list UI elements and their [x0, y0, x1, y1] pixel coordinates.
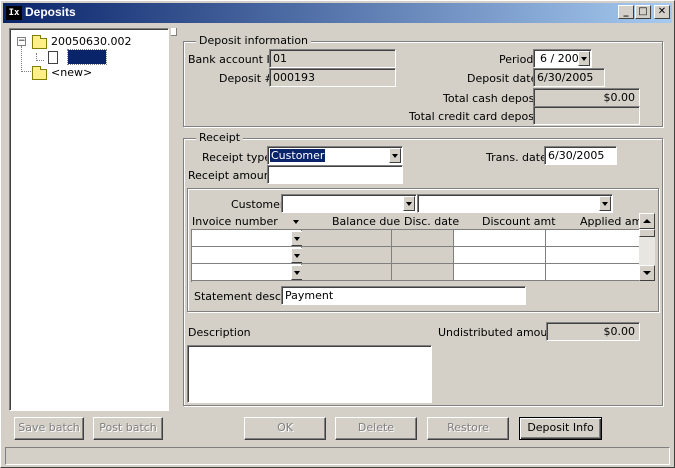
- status-bar: [5, 447, 670, 465]
- app-icon: Ix: [6, 6, 22, 20]
- invoice-number-cell[interactable]: [192, 230, 302, 247]
- chevron-down-icon[interactable]: [599, 196, 611, 211]
- minimize-button[interactable]: _: [618, 5, 634, 19]
- invoice-number-cell[interactable]: [192, 264, 302, 281]
- applied-amt-cell[interactable]: [546, 264, 639, 281]
- title-bar[interactable]: Ix Deposits _ □ ✕: [3, 3, 672, 23]
- tree-line: [36, 60, 44, 61]
- receipt-type-value: Customer: [270, 149, 326, 162]
- total-credit-field: [533, 106, 640, 125]
- customer-label: Customer: [231, 198, 285, 211]
- delete-button[interactable]: Delete: [335, 417, 417, 440]
- total-cash-value: $0.00: [603, 91, 636, 104]
- chevron-down-icon[interactable]: [578, 51, 590, 66]
- chevron-down-icon[interactable]: [403, 196, 415, 211]
- window-title: Deposits: [25, 5, 76, 19]
- receipt-type-select[interactable]: Customer: [267, 146, 403, 165]
- trans-date-value: 6/30/2005: [548, 149, 605, 162]
- applied-amt-cell[interactable]: [546, 230, 639, 247]
- save-batch-button[interactable]: Save batch: [14, 417, 84, 440]
- balance-due-cell: [302, 264, 392, 281]
- column-invoice-number[interactable]: Invoice number: [192, 215, 278, 228]
- pane-splitter[interactable]: [171, 28, 177, 438]
- column-disc-date[interactable]: Disc. date: [404, 215, 459, 228]
- trans-date-label: Trans. date: [486, 151, 547, 164]
- column-applied-amt[interactable]: Applied amt: [580, 215, 647, 228]
- statement-descr-input[interactable]: Payment: [281, 286, 526, 305]
- column-balance-due[interactable]: Balance due: [332, 215, 400, 228]
- deposit-date-value: 6/30/2005: [537, 71, 594, 84]
- customer-id-select[interactable]: [281, 194, 417, 213]
- deposit-information-title: Deposit information: [196, 34, 312, 47]
- folder-icon: [32, 66, 47, 80]
- total-credit-label: Total credit card deposits: [409, 110, 548, 123]
- disc-date-cell: [392, 264, 454, 281]
- tree-line: [21, 71, 31, 72]
- bank-account-field: 01: [269, 49, 396, 68]
- period-label: Period: [499, 53, 534, 66]
- deposit-date-label: Deposit date: [467, 72, 538, 85]
- undistributed-label: Undistributed amount: [438, 326, 559, 339]
- customer-name-select[interactable]: [417, 194, 613, 213]
- scroll-up-icon[interactable]: [639, 213, 655, 229]
- receipt-type-label: Receipt type: [202, 151, 272, 164]
- receipt-title: Receipt: [196, 131, 244, 144]
- ok-button[interactable]: OK: [244, 417, 326, 440]
- undistributed-value: $0.00: [603, 325, 636, 338]
- bank-account-value: 01: [273, 52, 287, 65]
- receipt-amount-input[interactable]: [267, 165, 403, 184]
- trans-date-input[interactable]: 6/30/2005: [544, 146, 617, 165]
- discount-amt-cell[interactable]: [454, 230, 546, 247]
- discount-amt-cell[interactable]: [454, 264, 546, 281]
- statement-descr-value: Payment: [285, 289, 334, 302]
- tree-item-batch[interactable]: 20050630.002: [51, 35, 131, 48]
- post-batch-button[interactable]: Post batch: [93, 417, 163, 440]
- tree-item-new[interactable]: <new>: [51, 66, 92, 79]
- tree-line: [21, 46, 22, 72]
- tree-expander-icon[interactable]: −: [17, 37, 26, 46]
- receipt-amount-label: Receipt amount: [188, 169, 276, 182]
- applied-amt-cell[interactable]: [546, 247, 639, 264]
- deposit-number-field: 000193: [269, 68, 396, 87]
- document-icon: [48, 51, 58, 64]
- chevron-down-icon[interactable]: [389, 148, 401, 163]
- undistributed-field: $0.00: [546, 322, 640, 341]
- close-button[interactable]: ✕: [654, 5, 670, 19]
- splitter-grip: [171, 28, 177, 36]
- invoice-number-cell[interactable]: [192, 247, 302, 264]
- batch-tree[interactable]: − 20050630.002 <new>: [9, 28, 169, 411]
- deposit-number-label: Deposit #: [219, 72, 274, 85]
- deposit-number-value: 000193: [273, 71, 315, 84]
- description-textarea[interactable]: [187, 345, 432, 403]
- deposit-date-field: 6/30/2005: [533, 68, 605, 87]
- disc-date-cell: [392, 230, 454, 247]
- bank-account-label: Bank account ID: [188, 53, 279, 66]
- restore-button[interactable]: Restore: [427, 417, 509, 440]
- maximize-button[interactable]: □: [635, 5, 651, 19]
- statement-descr-label: Statement descr.: [194, 290, 288, 303]
- invoice-grid[interactable]: [191, 229, 639, 282]
- balance-due-cell: [302, 230, 392, 247]
- scroll-down-icon[interactable]: [639, 265, 655, 281]
- balance-due-cell: [302, 247, 392, 264]
- grid-scrollbar[interactable]: [639, 213, 655, 281]
- description-label: Description: [188, 326, 251, 339]
- deposits-window: Ix Deposits _ □ ✕ − 20050630.002 <new> S…: [0, 0, 675, 468]
- tree-item-selected[interactable]: [67, 49, 107, 65]
- period-select[interactable]: 6 / 2005: [533, 49, 592, 68]
- scroll-thumb[interactable]: [639, 229, 655, 237]
- deposit-info-button[interactable]: Deposit Info: [519, 417, 602, 440]
- total-cash-field: $0.00: [533, 88, 640, 107]
- disc-date-cell: [392, 247, 454, 264]
- folder-open-icon: [32, 35, 47, 49]
- sort-arrow-icon: [293, 220, 299, 224]
- column-discount-amt[interactable]: Discount amt: [482, 215, 556, 228]
- total-cash-label: Total cash deposit: [443, 92, 542, 105]
- discount-amt-cell[interactable]: [454, 247, 546, 264]
